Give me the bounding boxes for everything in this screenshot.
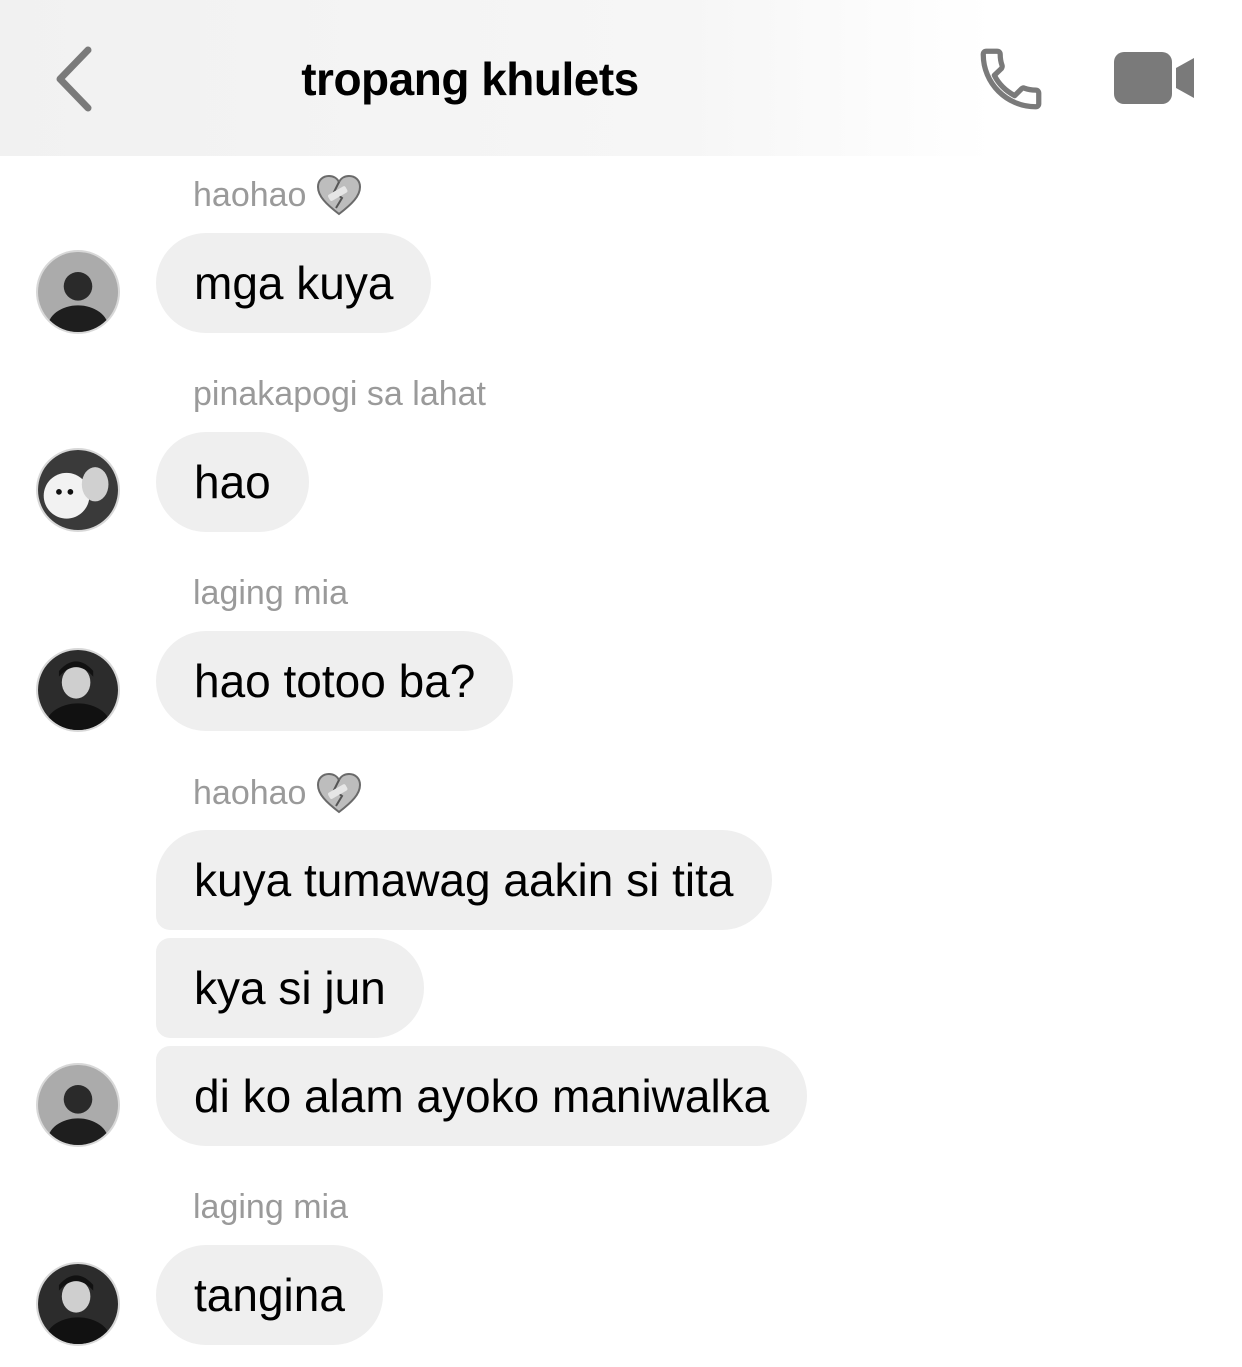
sender-label: haohao bbox=[193, 773, 307, 812]
message-bubble[interactable]: hao bbox=[156, 432, 309, 532]
message-bubble[interactable]: tangina bbox=[156, 1245, 383, 1345]
message-text: tangina bbox=[194, 1269, 345, 1321]
message-text: kya si jun bbox=[194, 962, 386, 1014]
sender-label: laging mia bbox=[193, 574, 348, 612]
avatar[interactable] bbox=[36, 448, 120, 532]
mending-heart-icon bbox=[316, 174, 362, 216]
video-call-button[interactable] bbox=[1112, 50, 1196, 106]
phone-icon bbox=[980, 48, 1042, 110]
message-bubble[interactable]: mga kuya bbox=[156, 233, 432, 333]
message-bubble[interactable]: kya si jun bbox=[156, 938, 424, 1038]
mending-heart-icon bbox=[316, 772, 362, 814]
voice-call-button[interactable] bbox=[974, 42, 1048, 116]
avatar[interactable] bbox=[36, 648, 120, 732]
sender-label: laging mia bbox=[193, 1188, 348, 1226]
video-camera-icon bbox=[1114, 52, 1194, 104]
message-text: hao bbox=[194, 456, 271, 508]
avatar[interactable] bbox=[36, 1063, 120, 1147]
chevron-left-icon bbox=[56, 46, 92, 112]
sender-label: pinakapogi sa lahat bbox=[193, 375, 487, 413]
message-text: hao totoo ba? bbox=[194, 655, 476, 707]
message-text: mga kuya bbox=[194, 257, 394, 309]
sender-name: haohao bbox=[193, 772, 362, 814]
sender-name: haohao bbox=[193, 174, 362, 216]
back-button[interactable] bbox=[50, 44, 100, 114]
message-text: kuya tumawag aakin si tita bbox=[194, 854, 734, 906]
chat-header: tropang khulets bbox=[0, 0, 1242, 156]
message-bubble[interactable]: kuya tumawag aakin si tita bbox=[156, 830, 772, 930]
message-text: di ko alam ayoko maniwalka bbox=[194, 1070, 770, 1122]
message-bubble[interactable]: hao totoo ba? bbox=[156, 631, 514, 731]
sender-name: pinakapogi sa lahat bbox=[193, 375, 486, 414]
avatar[interactable] bbox=[36, 1262, 120, 1346]
avatar[interactable] bbox=[36, 250, 120, 334]
sender-label: haohao bbox=[193, 175, 307, 214]
message-bubble[interactable]: di ko alam ayoko maniwalka bbox=[156, 1046, 808, 1146]
chat-title[interactable]: tropang khulets bbox=[230, 52, 710, 106]
sender-name: laging mia bbox=[193, 574, 348, 613]
sender-name: laging mia bbox=[193, 1188, 348, 1227]
